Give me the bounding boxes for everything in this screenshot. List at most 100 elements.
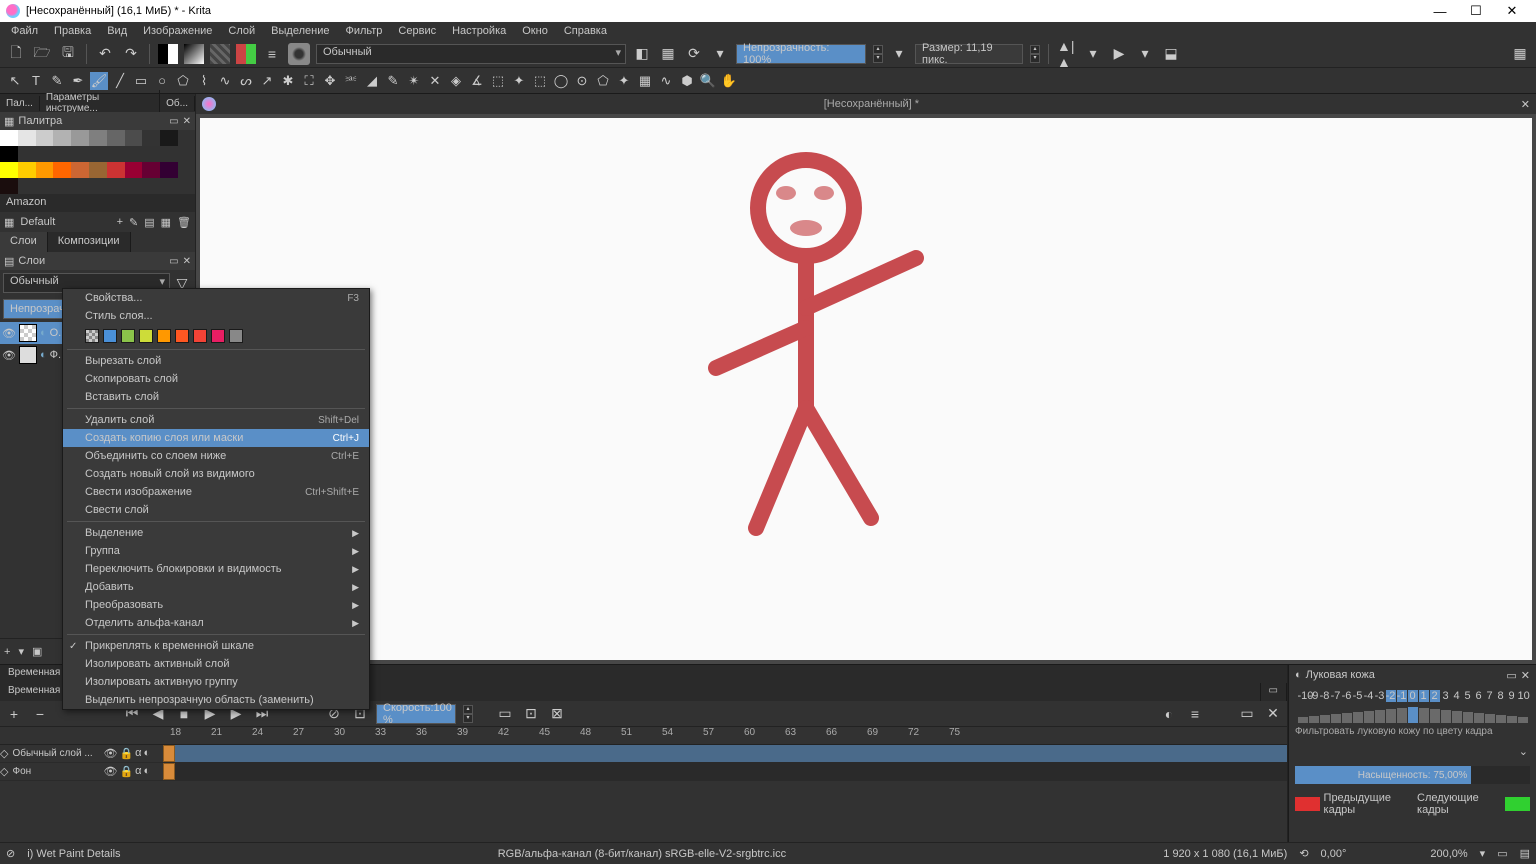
- menu-edit[interactable]: Правка: [47, 24, 98, 38]
- settings-icon[interactable]: ⊠: [547, 704, 567, 724]
- close-icon[interactable]: ✕: [1521, 669, 1530, 682]
- reference-tool-icon[interactable]: ⬚: [489, 72, 507, 90]
- pattern-edit-icon[interactable]: ✦: [510, 72, 528, 90]
- menu-filter[interactable]: Фильтр: [338, 24, 389, 38]
- chevron-down-icon[interactable]: ▾: [18, 645, 24, 658]
- palette-swatch[interactable]: [107, 162, 125, 178]
- palette-swatch[interactable]: [0, 178, 18, 194]
- alpha-lock-icon[interactable]: ▦: [658, 44, 678, 64]
- timeline-track[interactable]: ◇ Обычный слой ... 👁🔒α◐: [0, 745, 1287, 763]
- add-keyframe-icon[interactable]: +: [4, 704, 24, 724]
- lock-icon[interactable]: 🔒: [119, 765, 133, 778]
- palette-swatch[interactable]: [18, 130, 36, 146]
- layer-color-swatch[interactable]: [139, 329, 153, 343]
- fit-timeline-icon[interactable]: ⊡: [521, 704, 541, 724]
- palette-swatch[interactable]: [18, 162, 36, 178]
- select-contiguous-icon[interactable]: ✦: [615, 72, 633, 90]
- close-tab-icon[interactable]: ✕: [1521, 98, 1530, 111]
- fill-tool-icon[interactable]: ✕: [426, 72, 444, 90]
- measure-tool-icon[interactable]: ∡: [468, 72, 486, 90]
- context-menu-item[interactable]: ✓Прикреплять к временной шкале: [63, 637, 369, 655]
- remove-keyframe-icon[interactable]: −: [30, 704, 50, 724]
- float-icon[interactable]: ▭: [1506, 669, 1516, 682]
- move-tool-icon[interactable]: ↖: [6, 72, 24, 90]
- context-menu-item[interactable]: Создать копию слоя или маскиCtrl+J: [63, 429, 369, 447]
- mirror-v-icon[interactable]: ▶: [1109, 44, 1129, 64]
- rect-tool-icon[interactable]: ▭: [132, 72, 150, 90]
- alpha-icon[interactable]: α: [135, 747, 141, 760]
- text-tool-icon[interactable]: T: [27, 72, 45, 90]
- close-dock-icon[interactable]: ✕: [183, 116, 191, 127]
- calligraphy-icon[interactable]: ✒: [69, 72, 87, 90]
- palette-swatch[interactable]: [142, 130, 160, 146]
- menu-layer[interactable]: Слой: [221, 24, 262, 38]
- pattern-preset[interactable]: [210, 44, 230, 64]
- chevron-down-icon[interactable]: ▾: [710, 44, 730, 64]
- palette-grid-2[interactable]: [0, 162, 195, 194]
- timeline-menu-icon[interactable]: ≡: [1185, 704, 1205, 724]
- palette-swatch[interactable]: [53, 162, 71, 178]
- size-spinner[interactable]: ▴▾: [1030, 45, 1040, 63]
- menu-view[interactable]: Вид: [100, 24, 134, 38]
- palette-swatch[interactable]: [142, 162, 160, 178]
- onion-icon[interactable]: ◐: [144, 747, 151, 760]
- palette-swatch[interactable]: [160, 162, 178, 178]
- close-icon[interactable]: ✕: [1263, 704, 1283, 724]
- pin-icon[interactable]: ◇: [0, 747, 8, 760]
- select-bezier-icon[interactable]: ∿: [657, 72, 675, 90]
- context-menu-item[interactable]: Удалить слойShift+Del: [63, 411, 369, 429]
- layer-color-swatch[interactable]: [229, 329, 243, 343]
- layer-color-swatch[interactable]: [85, 329, 99, 343]
- saturation-slider[interactable]: Насыщенность: 75,00%: [1295, 766, 1530, 784]
- palette-swatch[interactable]: [0, 162, 18, 178]
- brush-tool-icon[interactable]: 🖌: [90, 72, 108, 90]
- palette-swatch[interactable]: [160, 130, 178, 146]
- visibility-icon[interactable]: 👁: [103, 747, 117, 760]
- context-menu-item[interactable]: Свести изображениеCtrl+Shift+E: [63, 483, 369, 501]
- transform-tool-icon[interactable]: ⛶: [300, 72, 318, 90]
- polyline-tool-icon[interactable]: ⌇: [195, 72, 213, 90]
- float-icon[interactable]: ▭: [1237, 704, 1257, 724]
- workspace-icon[interactable]: ▦: [1510, 44, 1530, 64]
- layer-color-swatch[interactable]: [121, 329, 135, 343]
- color-swap-icon[interactable]: [236, 44, 256, 64]
- zoom-map-icon[interactable]: ▤: [1520, 847, 1530, 860]
- bezier-tool-icon[interactable]: ∿: [216, 72, 234, 90]
- color-picker-icon[interactable]: ✎: [384, 72, 402, 90]
- context-menu-item[interactable]: Отделить альфа-канал▶: [63, 614, 369, 632]
- edit-swatch-icon[interactable]: ✎: [129, 216, 138, 229]
- menu-file[interactable]: Файл: [4, 24, 45, 38]
- ellipse-tool-icon[interactable]: ○: [153, 72, 171, 90]
- open-file-icon[interactable]: 🗁: [32, 44, 52, 64]
- pin-icon[interactable]: ◇: [0, 765, 8, 778]
- chevron-down-icon[interactable]: ▾: [889, 44, 909, 64]
- context-menu-item[interactable]: Стиль слоя...: [63, 307, 369, 325]
- context-menu-item[interactable]: Создать новый слой из видимого: [63, 465, 369, 483]
- add-layer-icon[interactable]: +: [4, 646, 10, 658]
- smart-patch-icon[interactable]: ✴: [405, 72, 423, 90]
- dock-tab-palette[interactable]: Пал...: [0, 96, 40, 111]
- palette-swatch[interactable]: [36, 130, 54, 146]
- float-icon[interactable]: ▭: [169, 116, 178, 127]
- dynamic-brush-icon[interactable]: ↗: [258, 72, 276, 90]
- menu-help[interactable]: Справка: [557, 24, 614, 38]
- palette-preset-name[interactable]: Amazon: [0, 194, 195, 212]
- close-dock-icon[interactable]: ✕: [183, 256, 191, 267]
- add-swatch-icon[interactable]: +: [117, 216, 123, 228]
- move-layer-icon[interactable]: ✥: [321, 72, 339, 90]
- zoom-dropdown-icon[interactable]: ▾: [1480, 847, 1486, 860]
- layer-color-swatch[interactable]: [175, 329, 189, 343]
- prev-color-swatch[interactable]: [1295, 797, 1320, 811]
- tab-compositions[interactable]: Композиции: [48, 232, 131, 252]
- zoom-fit-icon[interactable]: ▭: [1497, 847, 1507, 860]
- timeline-track[interactable]: ◇ Фон 👁🔒α◐: [0, 763, 1287, 781]
- list-view-icon[interactable]: ▦: [161, 216, 171, 229]
- lock-icon[interactable]: 🔒: [119, 747, 133, 760]
- grid-view-icon[interactable]: ▤: [144, 216, 154, 229]
- context-menu-item[interactable]: Добавить▶: [63, 578, 369, 596]
- minimize-button[interactable]: —: [1422, 4, 1458, 19]
- palette-swatch[interactable]: [0, 146, 18, 162]
- gradient-preset[interactable]: [184, 44, 204, 64]
- context-menu-item[interactable]: Изолировать активный слой: [63, 655, 369, 673]
- edit-shapes-icon[interactable]: ✎: [48, 72, 66, 90]
